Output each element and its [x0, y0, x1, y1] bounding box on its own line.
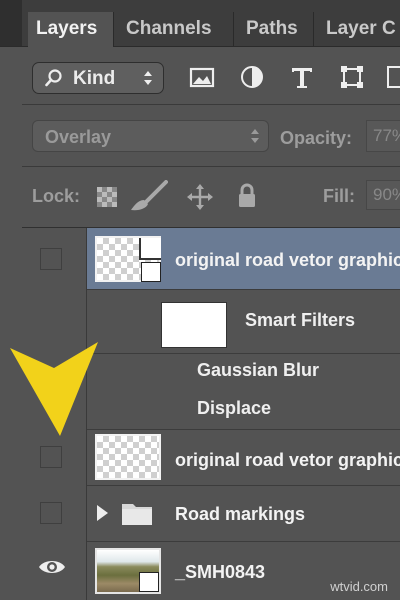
tab-layers[interactable]: Layers — [28, 12, 114, 47]
smart-object-badge-icon — [139, 572, 159, 592]
filter-row-displace[interactable]: Displace — [87, 394, 400, 430]
filter-kind-select[interactable]: Kind — [32, 62, 164, 94]
smart-filters-label: Smart Filters — [245, 310, 356, 330]
adjustment-filter-icon[interactable] — [238, 63, 266, 91]
expand-triangle-icon[interactable] — [95, 504, 109, 522]
smart-object-filter-icon[interactable] — [386, 63, 400, 91]
layers-panel: Layers Channels Paths Layer C Kind Overl… — [0, 0, 400, 600]
filter-kind-label: Kind — [73, 68, 116, 89]
annotation-arrow-icon — [10, 342, 98, 436]
panel-gutter — [0, 0, 22, 46]
lock-position-icon[interactable] — [186, 183, 214, 211]
lock-all-icon[interactable] — [236, 182, 258, 210]
layer-name: original road vetor graphic — [175, 450, 400, 470]
filter-name: Gaussian Blur — [197, 360, 320, 380]
tab-paths[interactable]: Paths — [238, 12, 314, 46]
opacity-label: Opacity: — [280, 128, 353, 148]
filter-row-gaussian-blur[interactable]: Gaussian Blur — [87, 354, 400, 394]
tab-layer-comps[interactable]: Layer C — [318, 12, 400, 46]
folder-icon — [122, 504, 152, 525]
watermark: wtvid.com — [330, 579, 388, 594]
opacity-input[interactable]: 77% — [366, 120, 400, 152]
lock-label: Lock: — [32, 186, 81, 206]
layer-row-smart-object[interactable]: original road vetor graphic — [87, 430, 400, 486]
search-icon — [45, 69, 62, 87]
image-filter-icon[interactable] — [188, 63, 216, 91]
updown-arrows-icon — [144, 71, 152, 85]
layer-name: _SMH0843 — [175, 562, 266, 582]
fill-label: Fill: — [323, 186, 355, 206]
type-filter-icon[interactable] — [288, 63, 316, 91]
smart-filter-mask-thumbnail — [161, 302, 227, 348]
updown-arrows-icon — [251, 129, 259, 143]
shape-filter-icon[interactable] — [338, 63, 366, 91]
divider — [22, 166, 400, 167]
smart-object-badge-icon — [141, 262, 161, 282]
layer-name: Road markings — [175, 504, 306, 524]
visibility-toggle[interactable] — [40, 248, 62, 270]
visibility-toggle[interactable] — [40, 446, 62, 468]
shape-mask — [139, 238, 161, 260]
filter-name: Displace — [197, 398, 272, 418]
fill-input[interactable]: 90% — [366, 180, 400, 210]
smart-filters-row[interactable]: Smart Filters — [87, 290, 400, 354]
layer-thumbnail — [95, 236, 161, 282]
photo-thumbnail — [95, 548, 161, 594]
lock-transparent-pixels-icon[interactable] — [96, 186, 118, 208]
visibility-toggle[interactable] — [40, 502, 62, 524]
panel-tab-bar: Layers Channels Paths Layer C — [0, 0, 400, 47]
blend-mode-value: Overlay — [45, 127, 112, 147]
eye-icon[interactable] — [38, 558, 66, 576]
layer-thumbnail — [95, 434, 161, 480]
layer-name: original road vetor graphic — [175, 250, 400, 270]
blend-mode-select[interactable]: Overlay — [32, 120, 269, 152]
lock-image-pixels-icon[interactable] — [128, 180, 168, 214]
tab-channels[interactable]: Channels — [118, 12, 234, 46]
divider — [22, 104, 400, 105]
layer-row-smart-object[interactable]: original road vetor graphic — [87, 228, 400, 290]
layer-row-group[interactable]: Road markings — [87, 486, 400, 542]
